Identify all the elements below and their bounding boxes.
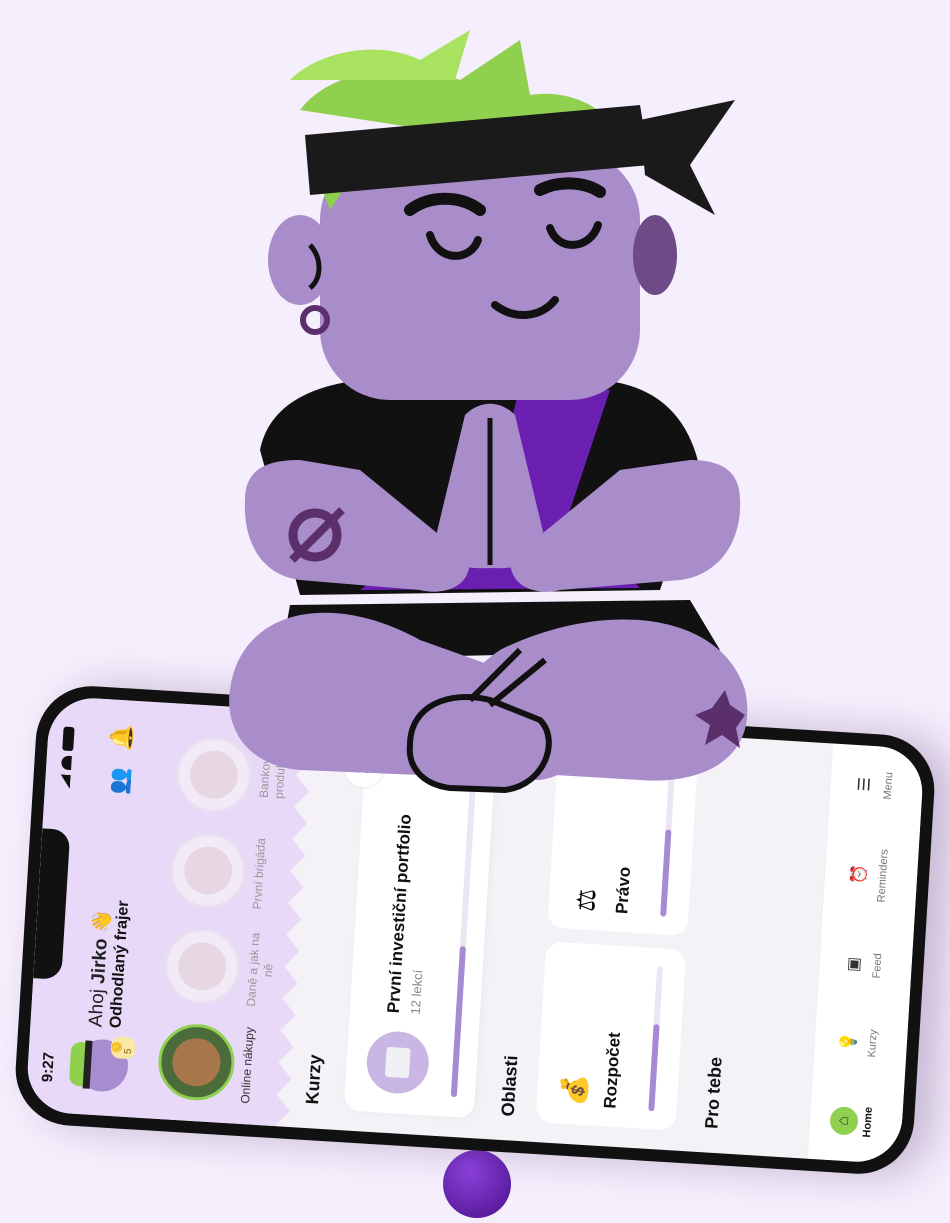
app-screen: 9:27 🪙 5 Ahoj Jirko 👋 Odhodlaný frajer 👥… <box>25 695 925 1165</box>
home-icon: ⌂ <box>829 1105 859 1136</box>
story-ring <box>162 926 243 1007</box>
mascot-head <box>268 30 735 400</box>
tab-feed[interactable]: ▣ Feed <box>839 950 885 981</box>
tab-menu[interactable]: ☰ Menu <box>850 769 896 800</box>
area-card-rozpocet[interactable]: 💰 Rozpočet <box>535 941 687 1131</box>
tab-kurzy[interactable]: 💡 Kurzy <box>834 1027 880 1058</box>
story-label: Bankov produkt <box>256 757 289 800</box>
battery-icon <box>61 726 75 752</box>
story-label: Online nákupy <box>237 1026 257 1105</box>
course-thumbnail <box>364 1029 431 1096</box>
wifi-icon <box>61 755 72 771</box>
story-thumbnail <box>188 749 240 801</box>
tab-home[interactable]: ⌂ Home <box>829 1105 875 1138</box>
area-name: Rozpočet <box>600 1031 625 1110</box>
course-card[interactable]: ✕ První investiční portfolio 12 lekcí <box>343 735 497 1119</box>
money-bag-icon: 💰 <box>558 1073 591 1108</box>
friends-icon[interactable]: 👥 <box>106 767 134 796</box>
tab-label: Kurzy <box>865 1029 880 1058</box>
area-card-pravo[interactable]: ⚖ Právo <box>547 746 699 936</box>
area-progress-bar <box>648 966 664 1112</box>
tab-label: Reminders <box>875 848 891 903</box>
story-ring <box>173 734 255 816</box>
phone-mockup: 9:27 🪙 5 Ahoj Jirko 👋 Odhodlaný frajer 👥… <box>12 682 938 1178</box>
feed-icon: ▣ <box>845 956 864 973</box>
story-item[interactable]: První brigáda <box>167 827 285 916</box>
mascot-torso <box>244 380 741 595</box>
alarm-icon: ⏰ <box>850 863 869 885</box>
tab-label: Home <box>861 1106 875 1138</box>
header-icons: 👥 🔔 <box>106 723 136 795</box>
story-thumbnail <box>182 845 234 897</box>
avatar[interactable]: 🪙 5 <box>74 1035 136 1094</box>
course-lessons: 12 lekcí <box>407 969 426 1015</box>
bulb-icon: 💡 <box>840 1031 859 1053</box>
story-ring <box>167 830 249 911</box>
story-thumbnail <box>176 940 228 992</box>
section-title-oblasti: Oblasti <box>497 1054 522 1117</box>
story-thumbnail <box>170 1036 222 1088</box>
story-label: Daně a jak na ně <box>243 932 276 1007</box>
story-item[interactable]: Bankov produkt <box>173 732 291 821</box>
course-progress-bar <box>450 761 478 1098</box>
menu-icon: ☰ <box>856 776 875 793</box>
section-title-pro-tebe: Pro tebe <box>701 1056 726 1130</box>
story-label: První brigáda <box>249 837 269 910</box>
tab-bar: ⌂ Home 💡 Kurzy ▣ Feed ⏰ Reminders ☰ Menu <box>806 743 925 1165</box>
story-ring <box>156 1021 237 1103</box>
coin-badge: 🪙 5 <box>110 1035 136 1060</box>
area-name: Právo <box>612 866 635 915</box>
tab-reminders[interactable]: ⏰ Reminders <box>844 847 891 903</box>
decorative-orb <box>443 1150 511 1218</box>
greeting: Ahoj Jirko 👋 Odhodlaný frajer <box>83 805 138 1029</box>
area-progress-bar <box>660 771 676 917</box>
tab-label: Feed <box>870 953 885 979</box>
tab-label: Menu <box>881 771 896 800</box>
stories-row: Online nákupy Daně a jak na ně První brigá… <box>156 722 291 1108</box>
signal-icon <box>60 774 71 789</box>
story-item[interactable]: Daně a jak na ně <box>162 923 279 1012</box>
status-icons <box>59 726 75 789</box>
scales-icon: ⚖ <box>570 887 602 913</box>
bell-icon[interactable]: 🔔 <box>108 723 136 752</box>
areas-list: 💰 Rozpočet ⚖ Právo <box>535 746 699 1131</box>
story-item[interactable]: Online nákupy <box>156 1019 273 1108</box>
status-time: 9:27 <box>38 1051 58 1083</box>
section-title-kurzy: Kurzy <box>302 1053 326 1105</box>
close-icon[interactable]: ✕ <box>343 747 384 789</box>
